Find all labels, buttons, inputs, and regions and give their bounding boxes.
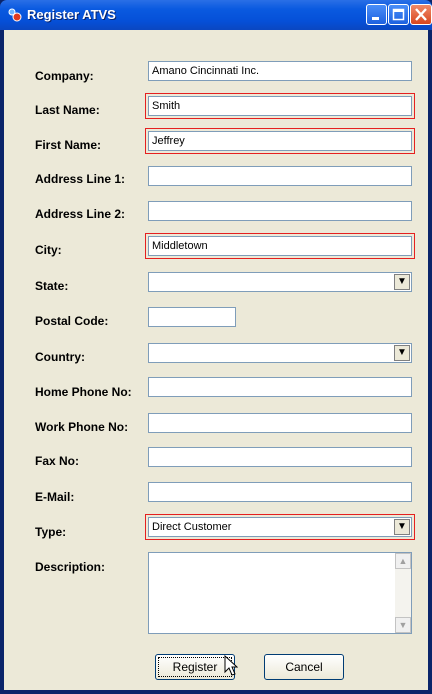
scroll-up-icon[interactable]: ▲ (395, 553, 411, 569)
city-label: City: (35, 243, 62, 257)
type-value: Direct Customer (152, 521, 232, 533)
type-label: Type: (35, 525, 67, 539)
postal-code-field[interactable] (148, 307, 236, 327)
company-label: Company: (35, 69, 94, 83)
register-window: Register ATVS Company: Amano Cincinnati … (0, 0, 432, 694)
chevron-down-icon[interactable]: ▼ (394, 345, 410, 361)
address2-field[interactable] (148, 201, 412, 221)
state-select[interactable]: ▼ (148, 272, 412, 292)
home-phone-field[interactable] (148, 377, 412, 397)
country-select[interactable]: ▼ (148, 343, 412, 363)
minimize-button[interactable] (366, 4, 387, 25)
app-icon (8, 8, 22, 22)
close-icon (415, 8, 427, 21)
description-scrollbar[interactable]: ▲ ▼ (395, 553, 411, 633)
first-name-label: First Name: (35, 138, 102, 152)
scroll-down-icon[interactable]: ▼ (395, 617, 411, 633)
home-phone-label: Home Phone No: (35, 385, 132, 399)
register-button[interactable]: Register (155, 654, 235, 680)
country-label: Country: (35, 350, 85, 364)
description-label: Description: (35, 560, 106, 574)
cancel-button[interactable]: Cancel (264, 654, 344, 680)
address2-label: Address Line 2: (35, 207, 126, 221)
chevron-down-icon[interactable]: ▼ (394, 519, 410, 535)
address1-label: Address Line 1: (35, 172, 126, 186)
mouse-cursor-icon (224, 655, 238, 676)
first-name-field[interactable]: Jeffrey (145, 128, 415, 154)
last-name-field[interactable]: Smith (145, 93, 415, 119)
company-field[interactable]: Amano Cincinnati Inc. (148, 61, 412, 81)
email-field[interactable] (148, 482, 412, 502)
work-phone-label: Work Phone No: (35, 420, 129, 434)
maximize-icon (392, 8, 405, 21)
city-field[interactable]: Middletown (145, 233, 415, 259)
chevron-down-icon[interactable]: ▼ (394, 274, 410, 290)
window-title: Register ATVS (27, 7, 116, 22)
fax-field[interactable] (148, 447, 412, 467)
minimize-icon (372, 17, 379, 20)
close-button[interactable] (410, 4, 432, 25)
work-phone-field[interactable] (148, 413, 412, 433)
title-bar[interactable]: Register ATVS (0, 0, 432, 30)
last-name-label: Last Name: (35, 103, 100, 117)
description-field[interactable]: ▲ ▼ (148, 552, 412, 634)
postal-code-label: Postal Code: (35, 314, 109, 328)
maximize-button[interactable] (388, 4, 409, 25)
state-label: State: (35, 279, 69, 293)
fax-label: Fax No: (35, 454, 80, 468)
address1-field[interactable] (148, 166, 412, 186)
email-label: E-Mail: (35, 490, 75, 504)
type-select[interactable]: Direct Customer ▼ (145, 514, 415, 540)
